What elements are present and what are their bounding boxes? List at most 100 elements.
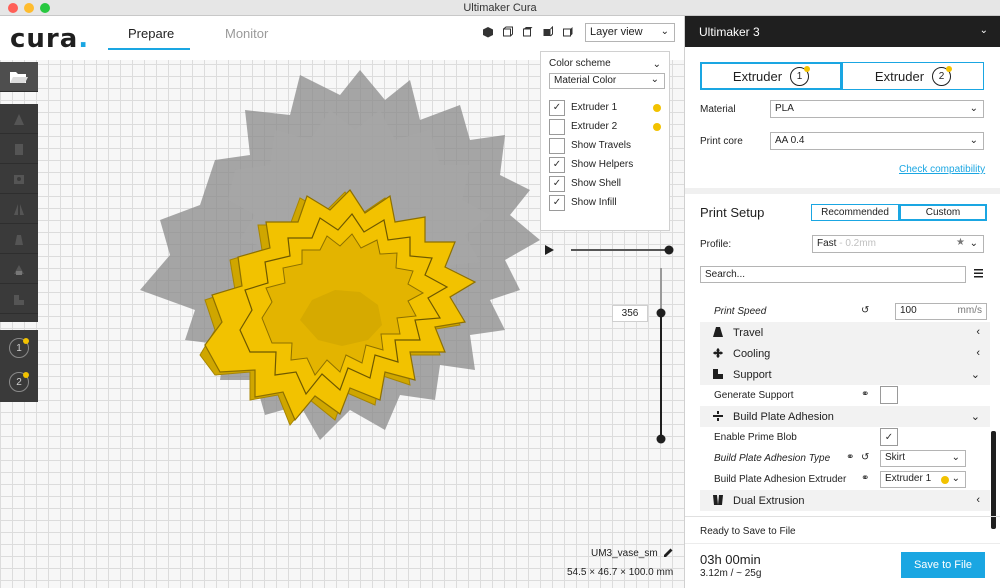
checkbox-show-shell[interactable]: ✓ [549, 175, 565, 192]
pencil-icon[interactable] [663, 547, 674, 558]
top-view-icon[interactable] [522, 26, 534, 38]
reset-icon[interactable]: ↺ [861, 452, 869, 463]
checkbox-show-infill[interactable]: ✓ [549, 194, 565, 211]
tab-prepare[interactable]: Prepare [128, 26, 174, 41]
link-icon[interactable]: ⚭ [861, 473, 869, 484]
generate-support-checkbox[interactable] [880, 386, 898, 404]
link-icon[interactable]: ⚭ [846, 452, 854, 463]
footer-rule [685, 543, 1000, 544]
zoom-window-button[interactable] [40, 3, 50, 13]
option-extruder-2[interactable]: Extruder 2 [549, 117, 661, 136]
rotate-tool-button[interactable] [0, 164, 38, 194]
material-usage: 3.12m / ~ 25g [700, 568, 762, 579]
category-cooling[interactable]: Cooling ‹ [700, 343, 990, 364]
checkbox-extruder-1[interactable]: ✓ [549, 99, 565, 116]
checkbox-show-helpers[interactable]: ✓ [549, 156, 565, 173]
collapse-panel-icon[interactable]: ⌄ [653, 59, 661, 70]
extruder-2-badge[interactable]: 2 [9, 372, 29, 392]
link-icon[interactable]: ⚭ [861, 389, 869, 400]
rotate-tool-icon [14, 174, 24, 184]
print-core-select[interactable]: AA 0.4 ⌄ [770, 132, 984, 150]
print-setup-heading: Print Setup [700, 205, 765, 220]
chevron-down-icon: ⌄ [650, 74, 659, 85]
settings-search-input[interactable]: Search... [700, 266, 966, 283]
layer-playback-slider[interactable] [545, 244, 675, 256]
left-view-icon[interactable] [542, 26, 554, 38]
option-show-helpers[interactable]: ✓ Show Helpers [549, 155, 661, 174]
chevron-down-icon: ⌄ [969, 135, 978, 146]
extruder-2-color-dot [653, 122, 661, 131]
profile-select[interactable]: Fast - 0.2mm ★ ⌄ [812, 235, 984, 253]
hamburger-menu-icon[interactable] [974, 269, 983, 278]
star-icon[interactable]: ★ [956, 237, 965, 248]
checkbox-show-travels[interactable] [549, 137, 565, 154]
machine-selector[interactable]: Ultimaker 3 ⌄ [685, 16, 1000, 47]
reset-icon[interactable]: ↺ [861, 305, 869, 316]
extruder-tabs: Extruder 1 Extruder 2 [700, 62, 984, 90]
category-dual-extrusion[interactable]: Dual Extrusion ‹ [700, 490, 990, 511]
check-compatibility-link[interactable]: Check compatibility [899, 164, 985, 175]
minimize-window-button[interactable] [24, 3, 34, 13]
active-tab-indicator [108, 48, 190, 50]
save-to-file-button[interactable]: Save to File [901, 552, 985, 578]
move-tool-icon [14, 113, 24, 125]
chevron-left-icon: ‹ [976, 494, 980, 506]
chevron-down-icon: ⌄ [969, 103, 978, 114]
travel-icon [713, 327, 723, 337]
chevron-down-icon: ⌄ [660, 26, 669, 37]
file-toolbar [0, 62, 38, 92]
current-layer-input[interactable]: 356 [612, 305, 648, 322]
option-show-shell[interactable]: ✓ Show Shell [549, 174, 661, 193]
camera-view-buttons [482, 26, 574, 38]
option-show-infill[interactable]: ✓ Show Infill [549, 193, 661, 212]
open-file-icon [10, 71, 28, 83]
extruder-color-dot [941, 476, 949, 484]
material-select[interactable]: PLA ⌄ [770, 100, 984, 118]
print-speed-input[interactable]: 100 mm/s [895, 303, 987, 320]
tab-extruder-2[interactable]: Extruder 2 [842, 62, 984, 90]
print-time: 03h 00min [700, 552, 761, 567]
support-blocker-icon [14, 264, 24, 275]
per-model-settings-button[interactable] [0, 224, 38, 254]
right-view-icon[interactable] [562, 26, 574, 38]
chevron-down-icon: ⌄ [970, 411, 980, 423]
tab-extruder-1[interactable]: Extruder 1 [700, 62, 842, 90]
extruder-1-color-dot [653, 103, 661, 112]
dual-extrusion-icon [713, 495, 723, 505]
option-show-travels[interactable]: Show Travels [549, 136, 661, 155]
mirror-tool-button[interactable] [0, 194, 38, 224]
category-travel[interactable]: Travel ‹ [700, 322, 990, 343]
chevron-left-icon: ‹ [976, 326, 980, 338]
extruder-1-badge[interactable]: 1 [9, 338, 29, 358]
support-blocker-button[interactable] [0, 254, 38, 284]
iso-view-icon[interactable] [482, 26, 494, 38]
enable-prime-blob-checkbox[interactable]: ✓ [880, 428, 898, 446]
adhesion-type-select[interactable]: Skirt ⌄ [880, 450, 966, 467]
view-mode-select[interactable]: Layer view ⌄ [585, 23, 675, 42]
category-support[interactable]: Support ⌄ [700, 364, 990, 385]
window-titlebar: Ultimaker Cura [0, 0, 1000, 16]
settings-scrollbar[interactable] [991, 431, 996, 529]
extruder-number-badge: 1 [790, 65, 811, 86]
model-dimensions: 54.5 × 46.7 × 100.0 mm [567, 567, 674, 578]
model-tools [0, 104, 38, 322]
adhesion-extruder-select[interactable]: Extruder 1 ⌄ [880, 471, 966, 488]
setting-adhesion-type: Build Plate Adhesion Type ⚭ ↺ Skirt ⌄ [700, 448, 990, 469]
option-extruder-1[interactable]: ✓ Extruder 1 [549, 98, 661, 117]
layer-range-slider[interactable] [655, 268, 667, 444]
section-divider [685, 188, 1000, 194]
category-build-plate-adhesion[interactable]: Build Plate Adhesion ⌄ [700, 406, 990, 427]
move-tool-button[interactable] [0, 104, 38, 134]
scale-tool-button[interactable] [0, 134, 38, 164]
open-file-button[interactable] [0, 62, 38, 92]
color-scheme-select[interactable]: Material Color ⌄ [549, 73, 665, 89]
close-window-button[interactable] [8, 3, 18, 13]
cura-logo: cura. [10, 24, 90, 54]
layer-tool-button[interactable] [0, 284, 38, 314]
extruder-number-badge: 2 [932, 65, 953, 86]
front-view-icon[interactable] [502, 26, 514, 38]
checkbox-extruder-2[interactable] [549, 118, 565, 135]
custom-mode-button[interactable]: Custom [899, 204, 987, 221]
tab-monitor[interactable]: Monitor [225, 26, 268, 41]
recommended-mode-button[interactable]: Recommended [811, 204, 899, 221]
